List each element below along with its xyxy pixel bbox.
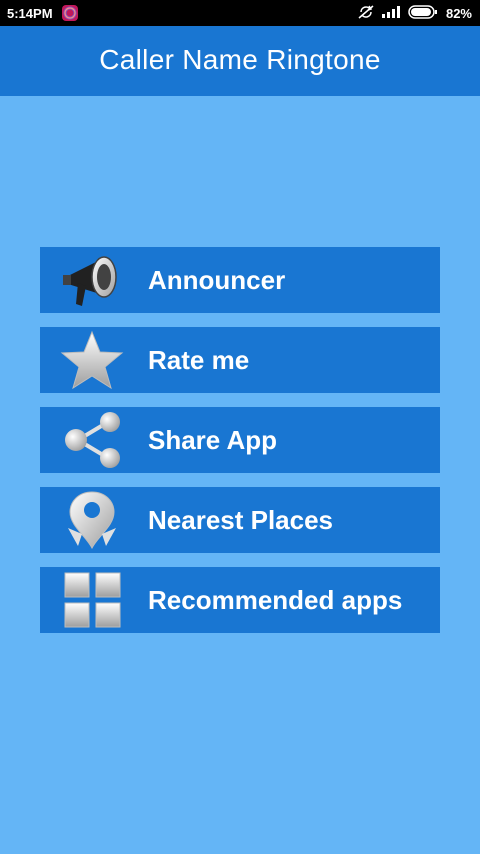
share-icon <box>60 410 124 470</box>
menu-item-label: Recommended apps <box>148 585 403 615</box>
menu-item-announcer[interactable]: Announcer <box>40 247 440 313</box>
menu-item-label: Rate me <box>148 345 250 375</box>
sync-icon <box>358 5 374 22</box>
status-icons: 82% <box>358 5 472 22</box>
menu-item-rate-me[interactable]: Rate me <box>40 327 440 393</box>
menu-item-label: Nearest Places <box>148 505 334 535</box>
status-time: 5:14PM <box>7 6 53 21</box>
status-bar: 5:14PM 82% <box>0 0 480 26</box>
battery-percentage: 82% <box>445 6 472 21</box>
app-title: Caller Name Ringtone <box>99 44 381 75</box>
megaphone-icon <box>60 250 124 310</box>
main-menu: Announcer Rate me Share App Nearest Plac… <box>40 247 440 647</box>
menu-item-nearest-places[interactable]: Nearest Places <box>40 487 440 553</box>
star-icon <box>60 330 124 390</box>
menu-item-label: Announcer <box>148 265 286 295</box>
location-pin-icon <box>60 490 124 550</box>
menu-item-share-app[interactable]: Share App <box>40 407 440 473</box>
signal-icon <box>381 6 400 21</box>
app-notification-icon <box>62 5 78 21</box>
grid-icon <box>60 570 124 630</box>
battery-icon <box>408 5 438 22</box>
app-bar: Caller Name Ringtone <box>0 26 480 96</box>
menu-item-label: Share App <box>148 425 278 455</box>
menu-item-recommended-apps[interactable]: Recommended apps <box>40 567 440 633</box>
